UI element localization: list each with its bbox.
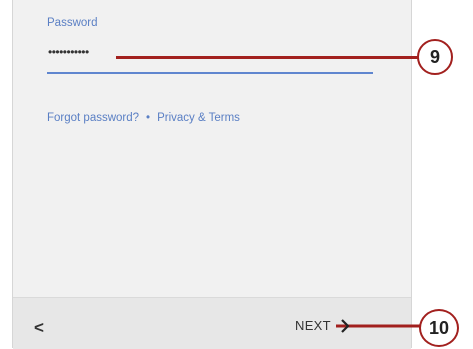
forgot-password-link[interactable]: Forgot password? — [47, 112, 139, 124]
callout-9-badge: 9 — [417, 39, 453, 75]
callout-9-line — [116, 56, 418, 59]
callout-10-badge: 10 — [419, 309, 459, 347]
password-label: Password — [47, 17, 98, 29]
callout-10-arrow-icon — [336, 319, 420, 333]
next-button[interactable]: NEXT — [295, 318, 331, 333]
link-separator: • — [146, 112, 151, 124]
password-underline — [47, 72, 373, 74]
help-links: Forgot password? • Privacy & Terms — [47, 112, 240, 124]
callout-9-number: 9 — [429, 46, 440, 67]
password-field[interactable]: ••••••••••• — [48, 45, 89, 59]
back-button[interactable]: < — [34, 318, 44, 338]
chevron-left-icon: < — [34, 318, 44, 337]
privacy-terms-link[interactable]: Privacy & Terms — [157, 112, 240, 124]
callout-10-number: 10 — [428, 317, 450, 338]
signin-screen: Password ••••••••••• Forgot password? • Pr… — [12, 0, 412, 349]
